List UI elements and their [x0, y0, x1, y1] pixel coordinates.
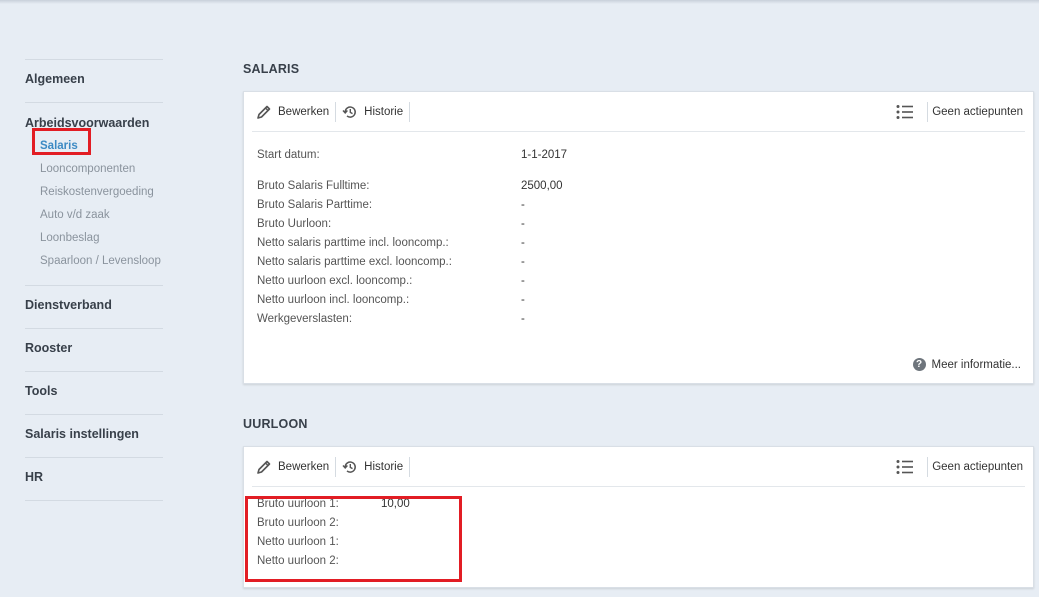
sidebar-group-tools[interactable]: Tools	[25, 371, 163, 414]
sidebar-item-auto[interactable]: Auto v/d zaak	[40, 204, 163, 227]
detail-label: Netto salaris parttime excl. looncomp.:	[257, 256, 452, 268]
sidebar-group-label[interactable]: HR	[25, 458, 163, 500]
edit-button[interactable]: Bewerken	[256, 459, 329, 475]
sidebar-item-spaarloon[interactable]: Spaarloon / Levensloop	[40, 250, 163, 273]
detail-row: Bruto Uurloon: -	[257, 215, 1033, 234]
toolbar-divider	[409, 457, 411, 477]
detail-row: Netto uurloon excl. looncomp.: -	[257, 272, 1033, 291]
sidebar-nav: Algemeen Arbeidsvoorwaarden Salaris Loon…	[25, 59, 163, 501]
sidebar-group-hr[interactable]: HR	[25, 457, 163, 501]
detail-value: -	[521, 256, 525, 268]
detail-value: -	[521, 294, 525, 306]
sidebar-group-label[interactable]: Salaris instellingen	[25, 415, 163, 457]
sidebar-group-label[interactable]: Arbeidsvoorwaarden	[25, 103, 163, 131]
toolbar-divider	[927, 457, 929, 477]
detail-row: Netto uurloon incl. looncomp.: -	[257, 291, 1033, 310]
pencil-icon	[257, 460, 271, 474]
detail-value: -	[521, 275, 525, 287]
detail-label: Bruto Salaris Parttime:	[257, 199, 373, 211]
highlight-box-uurloon	[245, 496, 462, 582]
edit-label: Bewerken	[278, 106, 330, 118]
detail-row: Werkgeverslasten: -	[257, 310, 1033, 329]
list-icon	[896, 460, 914, 474]
history-icon	[342, 461, 357, 473]
list-icon	[896, 105, 914, 119]
pencil-icon	[257, 105, 271, 119]
toolbar-divider	[335, 102, 337, 122]
history-button[interactable]: Historie	[342, 104, 403, 120]
sidebar-group-dienstverband[interactable]: Dienstverband	[25, 285, 163, 328]
detail-row: Bruto Salaris Fulltime: 2500,00	[257, 177, 1033, 196]
toolbar-divider	[409, 102, 411, 122]
detail-label: Werkgeverslasten:	[257, 313, 353, 325]
sidebar-group-label[interactable]: Dienstverband	[25, 286, 163, 328]
action-points-button[interactable]: Geen actiepunten	[896, 457, 1023, 477]
action-points-button[interactable]: Geen actiepunten	[896, 102, 1023, 122]
detail-row-start-date: Start datum: 1-1-2017	[257, 146, 1033, 165]
sidebar-group-salaris-instellingen[interactable]: Salaris instellingen	[25, 414, 163, 457]
uurloon-toolbar: Bewerken Historie Geen actiepunten	[252, 447, 1025, 487]
top-shadow	[0, 0, 1039, 4]
toolbar-divider	[927, 102, 929, 122]
history-icon	[342, 106, 357, 118]
sidebar-group-rooster[interactable]: Rooster	[25, 328, 163, 371]
highlight-box-salaris	[32, 128, 91, 155]
sidebar-group-label[interactable]: Algemeen	[25, 60, 163, 102]
sidebar-item-loonbeslag[interactable]: Loonbeslag	[40, 227, 163, 250]
detail-value: -	[521, 313, 525, 325]
history-label: Historie	[364, 461, 404, 473]
salaris-panel: Bewerken Historie Geen actiepunten Start…	[243, 91, 1034, 384]
sidebar-item-looncomponenten[interactable]: Looncomponenten	[40, 158, 163, 181]
more-info-label: Meer informatie...	[931, 358, 1021, 371]
detail-row: Netto salaris parttime excl. looncomp.: -	[257, 253, 1033, 272]
detail-label: Bruto Uurloon:	[257, 218, 332, 230]
history-label: Historie	[364, 106, 404, 118]
detail-label: Netto uurloon excl. looncomp.:	[257, 275, 413, 287]
sidebar-group-label[interactable]: Tools	[25, 372, 163, 414]
edit-button[interactable]: Bewerken	[256, 104, 329, 120]
history-button[interactable]: Historie	[342, 459, 403, 475]
action-points-label: Geen actiepunten	[932, 106, 1023, 118]
sidebar-group-algemeen[interactable]: Algemeen	[25, 59, 163, 102]
action-points-label: Geen actiepunten	[932, 461, 1023, 473]
detail-value: 2500,00	[521, 180, 563, 192]
salaris-toolbar: Bewerken Historie Geen actiepunten	[252, 92, 1025, 132]
detail-label: Netto salaris parttime incl. looncomp.:	[257, 237, 449, 249]
salaris-details: Start datum: 1-1-2017 Bruto Salaris Full…	[244, 132, 1033, 329]
detail-row: Netto salaris parttime incl. looncomp.: -	[257, 234, 1033, 253]
detail-value: -	[521, 218, 525, 230]
sidebar-item-reiskostenvergoeding[interactable]: Reiskostenvergoeding	[40, 181, 163, 204]
detail-value: -	[521, 199, 525, 211]
detail-label: Bruto Salaris Fulltime:	[257, 180, 370, 192]
more-info-link[interactable]: ? Meer informatie...	[912, 358, 1021, 371]
section-title-uurloon: UURLOON	[243, 417, 308, 431]
question-icon: ?	[912, 358, 926, 371]
detail-value: -	[521, 237, 525, 249]
edit-label: Bewerken	[278, 461, 330, 473]
detail-value: 1-1-2017	[521, 149, 568, 161]
section-title-salaris: SALARIS	[243, 62, 300, 76]
toolbar-divider	[335, 457, 337, 477]
detail-label: Netto uurloon incl. looncomp.:	[257, 294, 410, 306]
detail-row: Bruto Salaris Parttime: -	[257, 196, 1033, 215]
detail-label: Start datum:	[257, 149, 320, 161]
sidebar-group-label[interactable]: Rooster	[25, 329, 163, 371]
